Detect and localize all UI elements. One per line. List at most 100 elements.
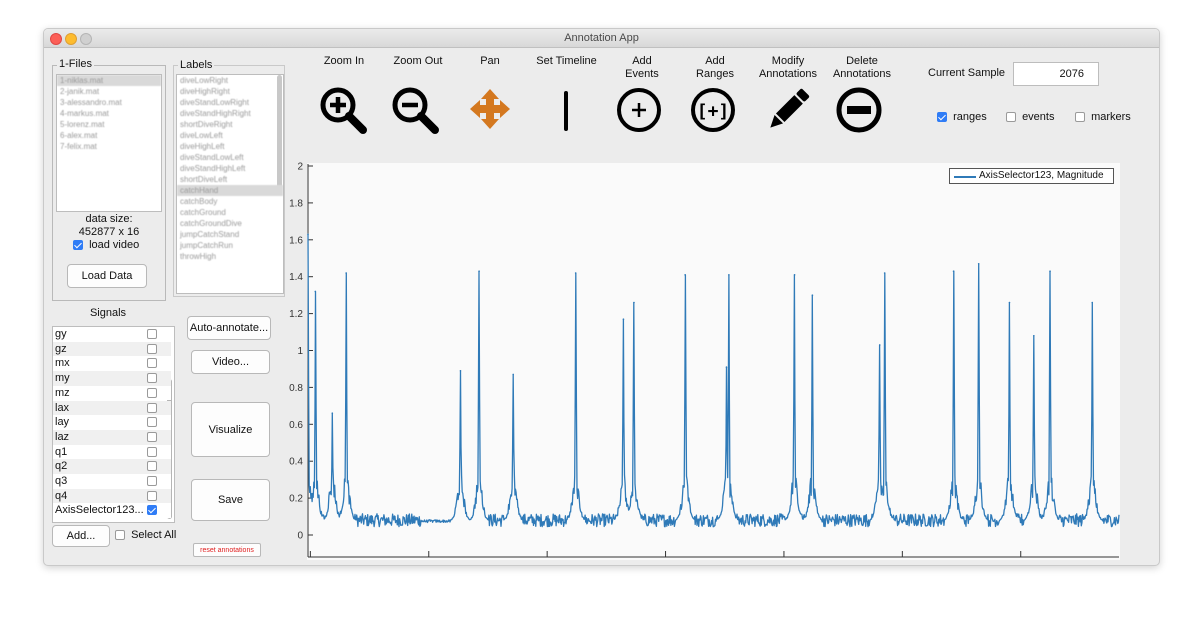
signal-peak-point <box>478 270 480 272</box>
set-timeline-icon[interactable] <box>554 89 578 133</box>
events-check-icon <box>1006 112 1016 123</box>
current-sample-field[interactable]: 2076 <box>1013 62 1099 86</box>
label-list-item[interactable]: diveStandLowRight <box>177 97 283 108</box>
video-button[interactable]: Video... <box>191 350 270 374</box>
signal-checkbox[interactable] <box>147 387 157 398</box>
signal-label: q3 <box>55 475 68 487</box>
title-bar: Annotation App <box>44 29 1159 48</box>
signal-checkbox[interactable] <box>147 329 157 339</box>
reset-annotations-button[interactable]: reset annotations <box>193 543 261 557</box>
data-size-label: data size: <box>85 213 133 225</box>
zoom-out-icon[interactable] <box>390 85 440 135</box>
signal-row[interactable]: mz <box>53 385 171 401</box>
markers-toggle[interactable]: markers <box>1075 111 1131 123</box>
signal-checkbox[interactable] <box>147 490 157 501</box>
signal-row[interactable]: lax <box>53 400 171 416</box>
signal-checkbox[interactable] <box>147 476 157 486</box>
label-list-item[interactable]: diveLowRight <box>177 75 283 86</box>
file-list-item[interactable]: 1-niklas.mat <box>57 75 161 86</box>
signal-peak-point <box>1033 334 1035 337</box>
select-all-checkbox[interactable]: Select All <box>115 529 176 541</box>
signal-checkbox[interactable] <box>147 373 157 384</box>
label-list-item[interactable]: diveStandHighLeft <box>177 163 283 174</box>
signal-row[interactable]: q4 <box>53 488 171 504</box>
y-tick-label: 1 <box>297 346 303 357</box>
signal-peak-point <box>1091 301 1094 304</box>
visualize-button[interactable]: Visualize <box>191 402 270 457</box>
signal-checkbox[interactable] <box>147 505 157 516</box>
select-all-check-icon <box>115 530 125 541</box>
ranges-label: ranges <box>953 111 987 123</box>
events-label: events <box>1022 111 1055 123</box>
signal-peak-point <box>512 373 514 376</box>
markers-check-icon <box>1075 112 1085 123</box>
load-video-checkbox[interactable]: load video <box>73 239 139 251</box>
signal-row[interactable]: q1 <box>53 444 171 460</box>
delete-annotations-icon[interactable] <box>835 86 883 134</box>
signal-peak-point <box>883 272 886 274</box>
signal-row[interactable]: gz <box>53 341 171 357</box>
pan-icon[interactable] <box>468 87 512 131</box>
add-signal-button[interactable]: Add... <box>52 525 110 547</box>
signal-row[interactable]: q3 <box>53 474 171 489</box>
signal-row[interactable]: mx <box>53 356 171 372</box>
ranges-check-icon <box>937 112 947 123</box>
labels-list[interactable]: diveLowRight diveHighRight diveStandLowRig… <box>176 74 284 294</box>
file-list-item[interactable]: 7-felix.mat <box>57 141 161 152</box>
label-list-item[interactable]: shortDiveLeft <box>177 174 283 185</box>
label-list-item[interactable]: jumpCatchRun <box>177 240 283 251</box>
signal-checkbox[interactable] <box>147 343 157 354</box>
label-list-item[interactable]: diveStandLowLeft <box>177 152 283 163</box>
label-list-item[interactable]: catchGroundDive <box>177 218 283 229</box>
signal-row[interactable]: gy <box>53 327 171 342</box>
file-list-item[interactable]: 3-alessandro.mat <box>57 97 161 108</box>
load-data-button[interactable]: Load Data <box>67 264 147 288</box>
files-list[interactable]: 1-niklas.mat 2-janik.mat 3-alessandro.mat 4… <box>56 74 162 212</box>
label-list-item[interactable]: jumpCatchStand <box>177 229 283 240</box>
ranges-toggle[interactable]: ranges <box>937 111 987 123</box>
y-tick-label: 0.4 <box>289 457 303 468</box>
signal-checkbox[interactable] <box>147 431 157 442</box>
signal-label: lax <box>55 401 70 414</box>
label-list-item[interactable]: diveStandHighRight <box>177 108 283 119</box>
app-window: Annotation App 1-Files 1-niklas.mat 2-jan… <box>43 28 1160 566</box>
events-toggle[interactable]: events <box>1006 111 1054 123</box>
signal-checkbox[interactable] <box>147 358 157 369</box>
add-events-icon[interactable] <box>615 86 663 134</box>
signal-checkbox[interactable] <box>147 446 157 457</box>
add-ranges-icon[interactable]: [+] <box>689 86 737 134</box>
zoom-in-icon[interactable] <box>318 85 368 135</box>
save-button[interactable]: Save <box>191 479 270 521</box>
signal-checkbox[interactable] <box>147 402 157 413</box>
label-list-item[interactable]: diveLowLeft <box>177 130 283 141</box>
file-list-item[interactable]: 6-alex.mat <box>57 130 161 141</box>
label-list-item[interactable]: catchGround <box>177 207 283 218</box>
y-tick-label: 1.4 <box>289 272 303 283</box>
signal-checkbox[interactable] <box>147 417 157 428</box>
signal-peak-point <box>811 294 814 296</box>
signal-row[interactable]: my <box>53 371 171 386</box>
file-list-item[interactable]: 5-lorenz.mat <box>57 119 161 130</box>
label-list-item[interactable]: throwHigh <box>177 251 283 262</box>
y-tick-label: 0.2 <box>289 494 303 505</box>
file-list-item[interactable]: 2-janik.mat <box>57 86 161 97</box>
y-tick-label: 0.8 <box>289 383 303 394</box>
signal-plot[interactable]: 0 0.2 0.4 0.6 0.8 1 1.2 1.4 1.6 1.8 2 <box>274 157 1154 565</box>
label-list-item[interactable]: diveHighRight <box>177 86 283 97</box>
modify-annotations-icon[interactable] <box>763 85 813 135</box>
signal-checkbox[interactable] <box>147 461 157 472</box>
y-tick-label: 1.8 <box>289 198 303 209</box>
signal-row[interactable]: AxisSelector123... <box>53 503 171 519</box>
label-list-item[interactable]: catchBody <box>177 196 283 207</box>
label-list-item[interactable]: catchHand <box>177 185 283 196</box>
signals-list[interactable]: gy gz mx my mz lax lay laz q1 q2 q3 q4 AxisSelector1… <box>52 326 175 523</box>
signal-label: mz <box>55 386 70 399</box>
file-list-item[interactable]: 4-markus.mat <box>57 108 161 119</box>
label-list-item[interactable]: diveHighLeft <box>177 141 283 152</box>
label-list-item[interactable]: shortDiveRight <box>177 119 283 130</box>
auto-annotate-button[interactable]: Auto-annotate... <box>187 316 271 340</box>
labels-panel: Labels diveLowRight diveHighRight diveStan… <box>173 59 285 297</box>
signal-row[interactable]: lay <box>53 415 171 430</box>
signal-row[interactable]: laz <box>53 429 171 445</box>
signal-row[interactable]: q2 <box>53 459 171 474</box>
